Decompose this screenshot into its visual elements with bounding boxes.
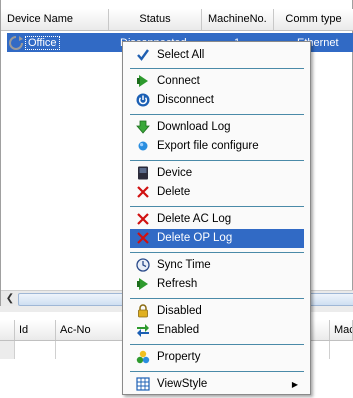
- column-id[interactable]: Id: [15, 320, 56, 340]
- menu-item-refresh[interactable]: Refresh: [130, 275, 304, 294]
- column-row-indicator: [0, 320, 15, 340]
- menu-item-delete[interactable]: Delete: [130, 183, 304, 202]
- download-arrow-icon: [136, 120, 150, 134]
- menu-separator: [130, 68, 304, 69]
- delete-x-icon: [137, 213, 149, 225]
- menu-separator: [130, 344, 304, 345]
- menu-separator: [130, 160, 304, 161]
- connect-icon: [137, 75, 148, 87]
- check-icon: [137, 49, 149, 61]
- menu-separator: [130, 298, 304, 299]
- device-status-icon: [9, 36, 23, 50]
- column-machine-no[interactable]: MachineNo.: [202, 9, 274, 30]
- device-table-header: Device Name Status MachineNo. Comm type: [1, 9, 353, 31]
- menu-item-delete-ac-log[interactable]: Delete AC Log: [130, 210, 304, 229]
- scroll-left-icon[interactable]: ❮: [4, 293, 16, 305]
- refresh-icon: [137, 278, 148, 290]
- blue-dot-icon: [138, 141, 148, 151]
- clock-icon: [136, 258, 150, 272]
- column-status[interactable]: Status: [109, 9, 202, 30]
- menu-item-disabled[interactable]: Disabled: [130, 302, 304, 321]
- device-icon: [138, 166, 148, 180]
- enable-arrows-icon: [137, 324, 149, 337]
- delete-x-icon: [137, 232, 149, 244]
- property-icon: [136, 350, 150, 364]
- menu-item-device[interactable]: Device: [130, 164, 304, 183]
- delete-x-icon: [137, 186, 149, 198]
- menu-item-disconnect[interactable]: Disconnect: [130, 91, 304, 110]
- submenu-arrow-icon: ▶: [291, 380, 298, 389]
- lock-icon: [138, 304, 148, 318]
- menu-item-sync-time[interactable]: Sync Time: [130, 256, 304, 275]
- menu-separator: [130, 371, 304, 372]
- menu-separator: [130, 206, 304, 207]
- column-comm-type[interactable]: Comm type: [274, 9, 353, 30]
- menu-item-connect[interactable]: Connect: [130, 72, 304, 91]
- column-mac[interactable]: Mac: [330, 320, 353, 340]
- menu-item-export-file-configure[interactable]: Export file configure: [130, 137, 304, 156]
- menu-item-delete-op-log[interactable]: Delete OP Log: [130, 229, 304, 248]
- context-menu: Select All Connect Disconnect Download L…: [122, 41, 311, 395]
- menu-item-enabled[interactable]: Enabled: [130, 321, 304, 340]
- device-name-cell[interactable]: Office: [25, 36, 60, 50]
- grid-icon: [136, 377, 150, 391]
- menu-item-download-log[interactable]: Download Log: [130, 118, 304, 137]
- column-device-name[interactable]: Device Name: [1, 9, 109, 30]
- menu-separator: [130, 114, 304, 115]
- menu-item-property[interactable]: Property: [130, 348, 304, 367]
- menu-item-viewstyle[interactable]: ViewStyle ▶: [130, 375, 304, 394]
- power-icon: [136, 93, 150, 107]
- menu-separator: [130, 252, 304, 253]
- menu-item-select-all[interactable]: Select All: [130, 46, 304, 65]
